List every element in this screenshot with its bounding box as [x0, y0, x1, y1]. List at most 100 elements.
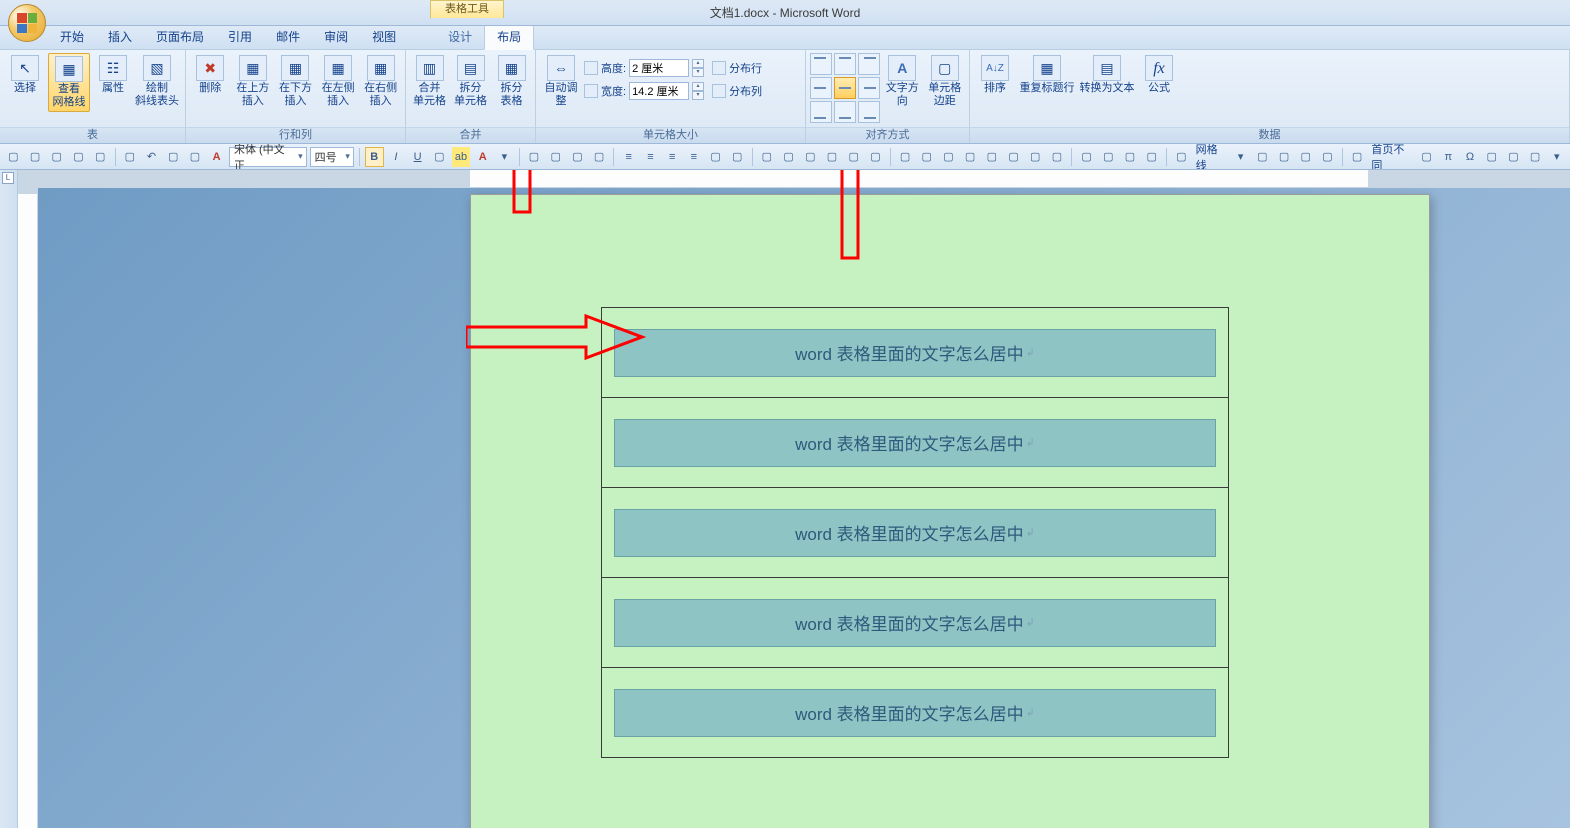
tab-view[interactable]: 视图	[360, 25, 408, 49]
split-cells-button[interactable]: ▤拆分 单元格	[451, 53, 490, 110]
qat-btn[interactable]: ▢	[1121, 147, 1140, 167]
qat-btn[interactable]: ▢	[590, 147, 609, 167]
table-row[interactable]: word 表格里面的文字怎么居中↲	[602, 488, 1229, 578]
properties-button[interactable]: ☷属性	[92, 53, 134, 97]
align-top-right[interactable]	[858, 53, 880, 75]
font-size-combo[interactable]: 四号	[310, 147, 354, 167]
align-top-center[interactable]	[834, 53, 856, 75]
qat-btn[interactable]: ▢	[1099, 147, 1118, 167]
italic-button[interactable]: I	[387, 147, 406, 167]
insert-left-button[interactable]: ▦在左侧 插入	[318, 53, 359, 110]
tab-home[interactable]: 开始	[48, 25, 96, 49]
qat-btn[interactable]: ▢	[1253, 147, 1272, 167]
qat-btn[interactable]: ▢	[758, 147, 777, 167]
qat-btn[interactable]: π	[1439, 147, 1458, 167]
width-input[interactable]	[629, 82, 689, 100]
qat-btn[interactable]: ▢	[939, 147, 958, 167]
cell-margins-button[interactable]: ▢单元格 边距	[925, 53, 966, 110]
qat-btn[interactable]: ▢	[1348, 147, 1367, 167]
tab-selector[interactable]: L	[2, 172, 14, 184]
align-mid-left[interactable]	[810, 77, 832, 99]
qat-btn[interactable]: ▢	[1526, 147, 1545, 167]
qat-btn[interactable]: ▢	[186, 147, 205, 167]
autofit-button[interactable]: ⇔自动调整	[540, 53, 582, 110]
qat-btn[interactable]: ▾	[495, 147, 514, 167]
qat-btn[interactable]: ▢	[91, 147, 110, 167]
align-bot-center[interactable]	[834, 101, 856, 123]
font-color-button[interactable]: A	[473, 147, 492, 167]
qat-btn[interactable]: ▢	[120, 147, 139, 167]
qat-btn[interactable]: ▢	[47, 147, 66, 167]
qat-btn[interactable]: ▢	[896, 147, 915, 167]
qat-btn[interactable]: ▢	[1142, 147, 1161, 167]
bold-button[interactable]: B	[365, 147, 384, 167]
qat-btn[interactable]: ▢	[728, 147, 747, 167]
qat-btn[interactable]: ▢	[1482, 147, 1501, 167]
document-table[interactable]: word 表格里面的文字怎么居中↲ word 表格里面的文字怎么居中↲ word…	[601, 307, 1229, 758]
text-direction-button[interactable]: A文字方向	[882, 53, 923, 110]
table-row[interactable]: word 表格里面的文字怎么居中↲	[602, 308, 1229, 398]
qat-btn[interactable]: Ω	[1461, 147, 1480, 167]
align-bot-left[interactable]	[810, 101, 832, 123]
table-row[interactable]: word 表格里面的文字怎么居中↲	[602, 398, 1229, 488]
qat-btn[interactable]: ▢	[866, 147, 885, 167]
align-top-left[interactable]	[810, 53, 832, 75]
qat-btn[interactable]: ▢	[1417, 147, 1436, 167]
qat-btn[interactable]: ▢	[164, 147, 183, 167]
qat-btn[interactable]: ≡	[663, 147, 682, 167]
qat-btn[interactable]: ▾	[1231, 147, 1250, 167]
qat-btn[interactable]: ▢	[546, 147, 565, 167]
qat-btn[interactable]: ▢	[1275, 147, 1294, 167]
qat-btn[interactable]: ▢	[430, 147, 449, 167]
document-area[interactable]: word 表格里面的文字怎么居中↲ word 表格里面的文字怎么居中↲ word…	[38, 170, 1570, 828]
split-table-button[interactable]: ▦拆分 表格	[492, 53, 531, 110]
repeat-header-button[interactable]: ▦重复标题行	[1018, 53, 1076, 97]
sort-button[interactable]: A↓Z排序	[974, 53, 1016, 97]
qat-btn[interactable]: ▢	[1048, 147, 1067, 167]
distribute-rows-button[interactable]: 分布行	[712, 57, 762, 79]
height-spinner[interactable]: ▴▾	[692, 59, 704, 77]
width-spinner[interactable]: ▴▾	[692, 82, 704, 100]
convert-to-text-button[interactable]: ▤转换为文本	[1078, 53, 1136, 97]
table-row[interactable]: word 表格里面的文字怎么居中↲	[602, 668, 1229, 758]
view-gridlines-button[interactable]: ▦查看 网格线	[48, 53, 90, 112]
qat-btn[interactable]: ▢	[706, 147, 725, 167]
qat-btn[interactable]: ≡	[619, 147, 638, 167]
insert-right-button[interactable]: ▦在右侧 插入	[360, 53, 401, 110]
office-button[interactable]	[8, 4, 46, 42]
height-input[interactable]	[629, 59, 689, 77]
tab-table-design[interactable]: 设计	[436, 25, 484, 49]
merge-cells-button[interactable]: ▥合并 单元格	[410, 53, 449, 110]
draw-diagonal-button[interactable]: ▧绘制 斜线表头	[136, 53, 178, 110]
qat-btn[interactable]: ▢	[4, 147, 23, 167]
tab-mail[interactable]: 邮件	[264, 25, 312, 49]
formula-button[interactable]: fx公式	[1138, 53, 1180, 97]
qat-btn[interactable]: ▢	[1504, 147, 1523, 167]
qat-btn[interactable]: ▢	[1026, 147, 1045, 167]
distribute-cols-button[interactable]: 分布列	[712, 80, 762, 102]
qat-btn[interactable]: A	[207, 147, 226, 167]
qat-btn[interactable]: ▢	[801, 147, 820, 167]
qat-btn[interactable]: ▢	[823, 147, 842, 167]
vertical-ruler[interactable]	[18, 170, 38, 828]
align-bot-right[interactable]	[858, 101, 880, 123]
tab-table-layout[interactable]: 布局	[484, 24, 534, 50]
qat-btn[interactable]: ▢	[961, 147, 980, 167]
select-button[interactable]: ↖选择	[4, 53, 46, 97]
underline-button[interactable]: U	[408, 147, 427, 167]
qat-btn[interactable]: ▢	[917, 147, 936, 167]
qat-btn[interactable]: ▢	[1318, 147, 1337, 167]
qat-btn[interactable]: ▢	[69, 147, 88, 167]
horizontal-ruler[interactable]	[38, 170, 1570, 188]
table-row[interactable]: word 表格里面的文字怎么居中↲	[602, 578, 1229, 668]
qat-btn[interactable]: ▾	[1547, 147, 1566, 167]
align-mid-center[interactable]	[834, 77, 856, 99]
qat-btn[interactable]: ▢	[1077, 147, 1096, 167]
qat-btn[interactable]: ▢	[525, 147, 544, 167]
tab-page-layout[interactable]: 页面布局	[144, 25, 216, 49]
qat-btn[interactable]: ▢	[1296, 147, 1315, 167]
qat-btn[interactable]: ≡	[641, 147, 660, 167]
qat-btn[interactable]: ≡	[685, 147, 704, 167]
qat-btn[interactable]: ▢	[779, 147, 798, 167]
delete-button[interactable]: ✖删除	[190, 53, 231, 97]
